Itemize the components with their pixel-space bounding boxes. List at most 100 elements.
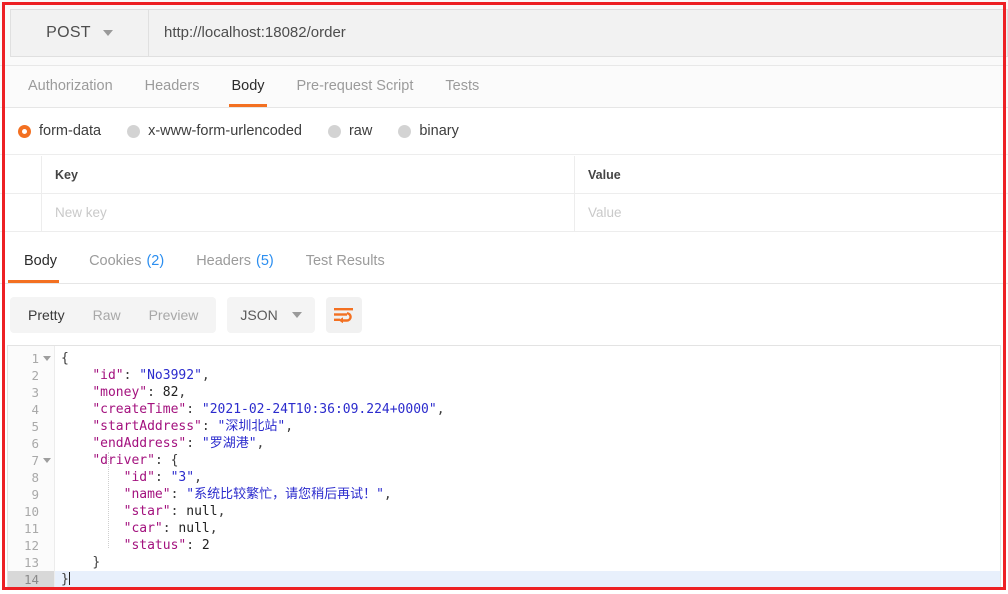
code-token: "createTime" [92,402,187,417]
response-tab-cookies-count: (2) [146,253,165,269]
radio-x-www-form-urlencoded-label: x-www-form-urlencoded [148,123,302,139]
tab-tests-label: Tests [445,78,480,94]
code-token: 82 [162,385,179,400]
radio-x-www-form-urlencoded[interactable]: x-www-form-urlencoded [127,123,302,139]
response-tab-cookies[interactable]: Cookies (2) [73,239,180,283]
chevron-down-icon [291,312,302,318]
code-line: { [55,350,1000,367]
view-mode-raw[interactable]: Raw [79,301,135,329]
table-row: New key Value [0,194,1008,232]
radio-binary-label: binary [419,123,459,139]
code-line: "id": "3", [55,469,1000,486]
code-token: "3" [170,470,195,485]
radio-raw[interactable]: raw [327,123,373,139]
code-token: , [217,504,226,519]
row-checkbox-gutter[interactable] [0,194,42,231]
code-token: "money" [92,385,148,400]
code-token: , [285,419,294,434]
response-tab-test-results-label: Test Results [305,253,385,269]
tab-tests[interactable]: Tests [429,65,495,107]
code-token: : [170,504,187,519]
response-tab-headers[interactable]: Headers (5) [180,239,290,283]
line-number: 5 [31,419,39,434]
form-data-table: Key Value New key Value [0,156,1008,232]
line-number: 12 [23,538,39,553]
table-header-row: Key Value [0,156,1008,194]
code-token: "startAddress" [92,419,202,434]
code-content[interactable]: { "id": "No3992", "money": 82, "createTi… [55,346,1000,588]
code-line: "status": 2 [55,537,1000,554]
line-number: 7 [8,452,54,469]
line-number: 8 [31,470,39,485]
line-number: 9 [31,487,39,502]
code-line: "id": "No3992", [55,367,1000,384]
code-line: "money": 82, [55,384,1000,401]
code-token: null [178,521,210,536]
view-mode-pretty-label: Pretty [28,307,65,323]
column-header-key-label: Key [55,167,78,182]
new-value-input[interactable]: Value [575,194,1008,231]
response-tabs: Body Cookies (2) Headers (5) Test Result… [0,240,1008,284]
radio-raw-label: raw [348,123,373,139]
code-token: "id" [123,470,155,485]
radio-form-data-icon [18,124,31,138]
code-line: } [55,554,1000,571]
line-number: 13 [23,555,39,570]
code-token: : { [154,453,179,468]
code-line: "startAddress": "深圳北站", [55,418,1000,435]
url-input[interactable]: http://localhost:18082/order [148,8,1008,57]
code-token: } [61,572,69,587]
tab-pre-request-script[interactable]: Pre-request Script [281,65,430,107]
code-token: "系统比较繁忙，请您稍后再试！" [186,487,384,502]
response-tab-body-label: Body [24,253,58,269]
code-token: 2 [201,538,210,553]
fold-toggle-icon[interactable] [43,356,51,361]
code-token: "2021-02-24T10:36:09.224+0000" [201,402,437,417]
line-number: 6 [31,436,39,451]
code-token: , [383,487,392,502]
code-token: : [170,487,187,502]
line-number: 4 [31,402,39,417]
code-line: } [55,571,1000,588]
code-token: "status" [123,538,187,553]
new-key-placeholder: New key [55,205,107,220]
fold-toggle-icon[interactable] [43,458,51,463]
code-line-number-gutter: 1 2 3 4 5 6 7 8 9 10 11 12 13 14 [8,346,55,588]
indent-guide [108,452,109,548]
code-token: "driver" [92,453,155,468]
code-line: "car": null, [55,520,1000,537]
format-selector[interactable]: JSON [227,297,315,333]
radio-x-www-form-urlencoded-icon [127,124,141,138]
tab-body[interactable]: Body [215,65,280,107]
new-key-input[interactable]: New key [42,194,575,231]
tab-authorization[interactable]: Authorization [12,65,129,107]
text-cursor [68,572,70,585]
code-token: "罗湖港" [201,436,257,451]
format-selector-value: JSON [240,307,278,323]
http-method-selector[interactable]: POST [10,8,148,57]
radio-form-data[interactable]: form-data [18,123,101,139]
code-line: "star": null, [55,503,1000,520]
api-client-window: POST http://localhost:18082/order Author… [0,0,1008,594]
view-mode-preview[interactable]: Preview [135,301,213,329]
response-body-code-viewer[interactable]: 1 2 3 4 5 6 7 8 9 10 11 12 13 14 { "id": "No3992", "m… [7,345,1001,588]
tab-body-label: Body [231,78,265,94]
code-token: : [186,436,202,451]
tab-pre-request-script-label: Pre-request Script [296,78,414,94]
code-token: , [194,470,202,485]
code-token: , [256,436,265,451]
response-tab-test-results[interactable]: Test Results [290,239,401,283]
line-number: 3 [31,385,39,400]
view-mode-pretty[interactable]: Pretty [14,301,79,329]
radio-binary[interactable]: binary [398,123,459,139]
line-number: 2 [31,368,39,383]
chevron-down-icon [102,29,113,36]
tab-headers[interactable]: Headers [129,65,216,107]
line-number: 11 [23,521,39,536]
code-token: , [436,402,445,417]
request-tabs: Authorization Headers Body Pre-request S… [0,66,1008,108]
response-tab-body[interactable]: Body [8,239,73,283]
response-tab-cookies-label: Cookies [89,253,142,269]
wrap-text-button[interactable] [325,297,362,333]
code-token: : [154,470,171,485]
